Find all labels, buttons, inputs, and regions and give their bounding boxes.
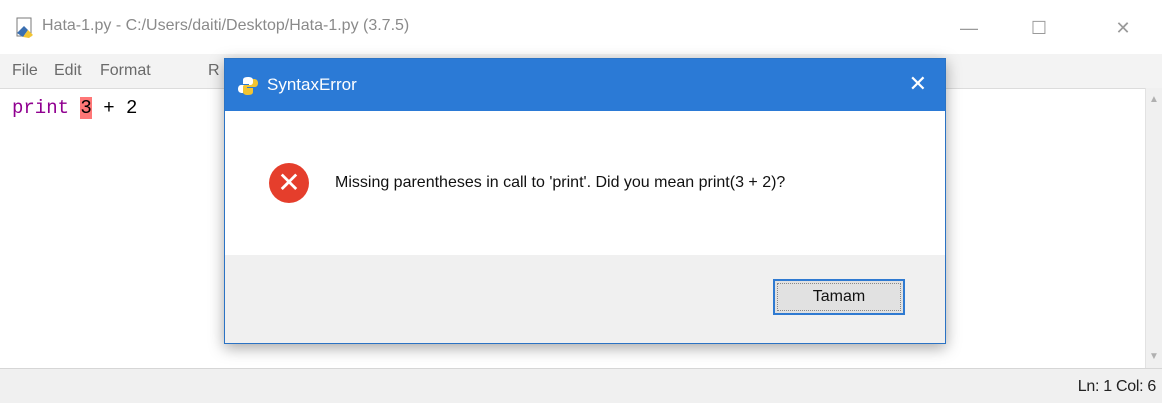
maximize-button[interactable]: ☐	[1016, 12, 1062, 44]
keyword-token: print	[12, 97, 70, 119]
status-bar: Ln: 1 Col: 6	[0, 368, 1162, 403]
dialog-body: ✕ Missing parentheses in call to 'print'…	[225, 111, 945, 255]
menu-edit[interactable]: Edit	[54, 62, 82, 80]
error-message: Missing parentheses in call to 'print'. …	[335, 174, 786, 191]
ok-button[interactable]: Tamam	[773, 279, 905, 315]
menu-run[interactable]: R	[208, 62, 220, 80]
minimize-button[interactable]: —	[946, 12, 992, 44]
scroll-up-icon[interactable]: ▲	[1149, 94, 1159, 105]
dialog-title: SyntaxError	[267, 75, 357, 94]
scroll-down-icon[interactable]: ▼	[1149, 351, 1159, 362]
menu-file[interactable]: File	[12, 62, 38, 80]
window-titlebar: Hata-1.py - C:/Users/daiti/Desktop/Hata-…	[0, 0, 1162, 54]
code-rest: + 2	[91, 97, 138, 119]
code-line: print 3 + 2	[12, 97, 137, 119]
dialog-footer: Tamam	[225, 255, 945, 343]
menu-format[interactable]: Format	[100, 62, 151, 80]
button-focus-ring	[777, 283, 901, 311]
cursor-position: Ln: 1 Col: 6	[1077, 378, 1157, 395]
error-token: 3	[80, 97, 92, 119]
window-title: Hata-1.py - C:/Users/daiti/Desktop/Hata-…	[42, 17, 410, 34]
syntax-error-dialog: SyntaxError ✕ ✕ Missing parentheses in c…	[224, 58, 946, 344]
vertical-scrollbar[interactable]: ▲ ▼	[1145, 88, 1162, 368]
dialog-titlebar: SyntaxError ✕	[225, 59, 945, 111]
python-file-icon	[16, 17, 33, 38]
python-icon	[238, 77, 258, 95]
error-icon: ✕	[269, 163, 309, 203]
dialog-close-button[interactable]: ✕	[909, 71, 927, 97]
close-window-button[interactable]: ✕	[1100, 12, 1146, 44]
